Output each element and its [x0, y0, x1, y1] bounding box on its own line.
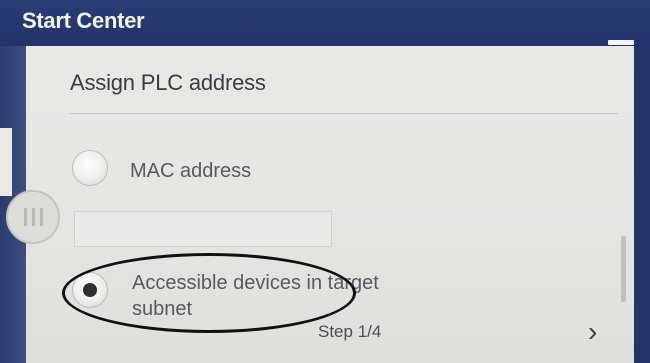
mac-address-radio[interactable]	[72, 150, 108, 186]
step-indicator: Step 1/4	[318, 322, 382, 341]
page-title: Assign PLC address	[70, 70, 266, 95]
handle-grip-line	[32, 208, 35, 226]
handle-grip-line	[40, 208, 43, 226]
mac-address-label: MAC address	[130, 160, 252, 182]
handle-grip-line	[24, 208, 27, 226]
mac-address-field[interactable]	[74, 211, 332, 247]
drawer-handle[interactable]	[6, 190, 60, 244]
heading-divider	[70, 113, 618, 114]
right-rail	[634, 46, 650, 363]
app-title: Start Center	[22, 8, 145, 33]
rail-tab	[0, 128, 12, 196]
annotation-ellipse	[62, 253, 356, 333]
scrollbar-thumb[interactable]	[621, 236, 626, 302]
chevron-right-icon[interactable]: ›	[588, 318, 597, 346]
minimize-button[interactable]	[608, 40, 634, 45]
title-bar: Start Center	[0, 0, 650, 46]
